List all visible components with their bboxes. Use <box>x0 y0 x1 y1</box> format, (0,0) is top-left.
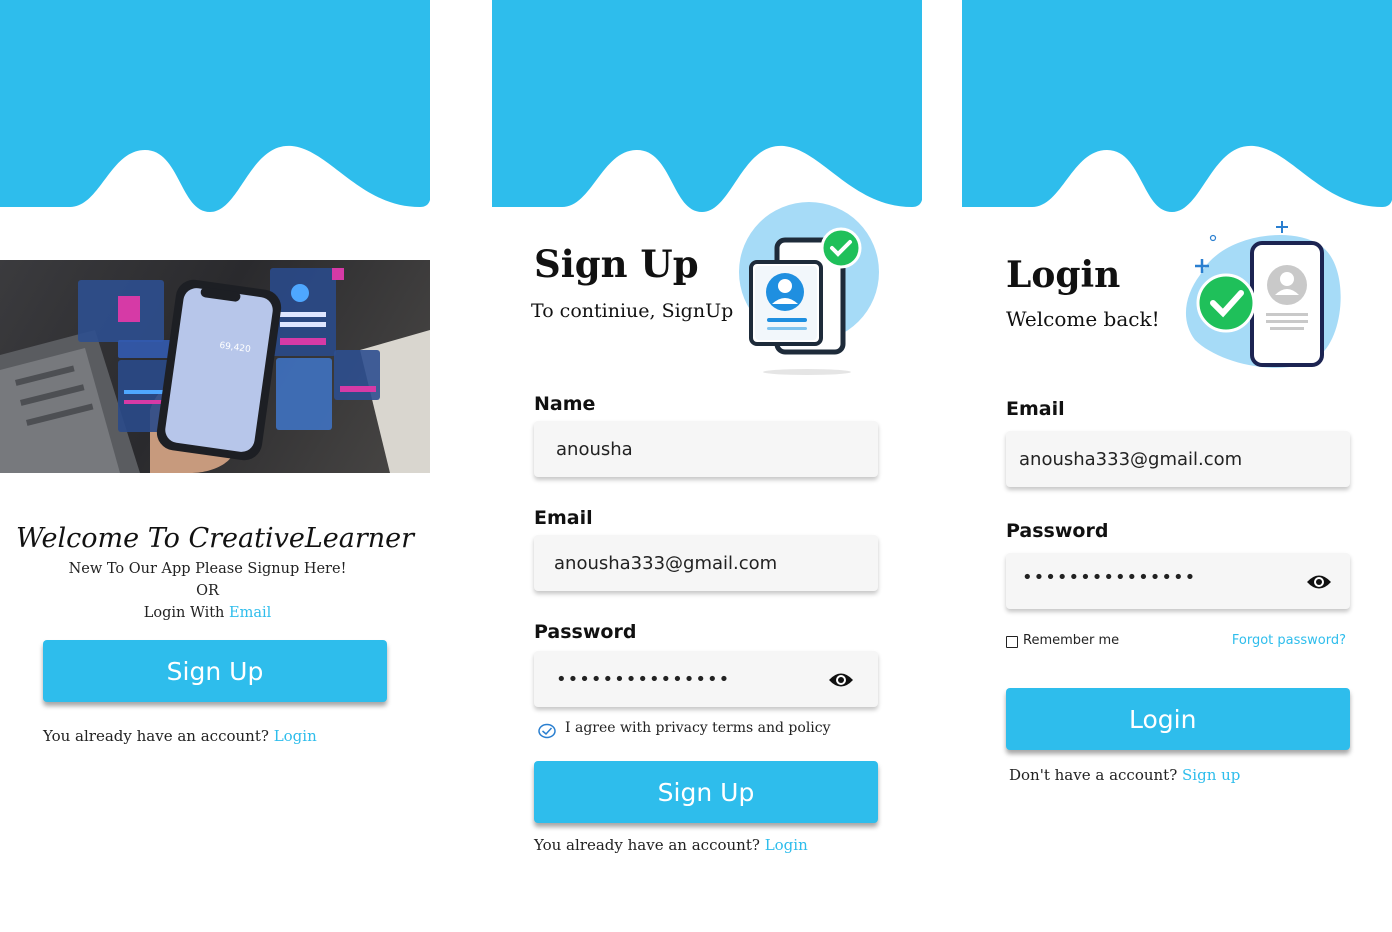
signup-button[interactable]: Sign Up <box>43 640 387 702</box>
signup-link[interactable]: Sign up <box>1182 766 1240 784</box>
page-title: Sign Up <box>534 242 699 286</box>
remember-label: Remember me <box>1023 633 1120 648</box>
profile-card-illustration <box>739 202 879 375</box>
login-with-text: Login With <box>143 605 225 621</box>
login-link[interactable]: Login <box>274 727 317 745</box>
hero-image: 69,420 <box>0 260 430 473</box>
email-input-value: anousha333@gmail.com <box>554 552 778 574</box>
forgot-password-link[interactable]: Forgot password? <box>1192 633 1346 648</box>
password-label: Password <box>534 621 637 643</box>
welcome-subtitle: New To Our App Please Signup Here! <box>68 561 347 577</box>
no-account-line: Don't have a account? Sign up <box>1009 766 1240 784</box>
page-title: Login <box>1006 254 1121 296</box>
eye-icon[interactable] <box>1306 573 1332 591</box>
agree-text: I agree with privacy terms and policy <box>565 720 831 736</box>
welcome-title: Welcome To CreativeLearner <box>16 523 414 554</box>
header-wave <box>0 0 430 212</box>
email-link[interactable]: Email <box>229 605 271 621</box>
eye-icon[interactable] <box>828 671 854 689</box>
page-subtitle: Welcome back! <box>1006 307 1160 331</box>
have-account-text: You already have an account? <box>43 727 269 745</box>
header-wave <box>492 0 922 212</box>
email-label: Email <box>534 507 593 529</box>
email-input-value: anousha333@gmail.com <box>1019 448 1243 470</box>
have-account-text: You already have an account? <box>534 836 760 854</box>
email-input[interactable]: anousha333@gmail.com <box>534 535 878 591</box>
password-input[interactable]: ••••••••••••••• <box>534 651 878 707</box>
email-label: Email <box>1006 398 1065 420</box>
welcome-screen: 69,420 Welcome To CreativeLearner New To… <box>0 0 430 932</box>
password-label: Password <box>1006 520 1109 542</box>
login-screen: Login Welcome back! Email anousha333@gma… <box>962 0 1392 932</box>
page-subtitle: To continiue, SignUp <box>531 300 734 322</box>
name-input-value: anousha <box>556 438 633 460</box>
password-input-value: ••••••••••••••• <box>1022 567 1197 588</box>
login-link[interactable]: Login <box>765 836 808 854</box>
password-input-value: ••••••••••••••• <box>556 668 731 690</box>
name-input[interactable]: anousha <box>534 421 878 477</box>
or-text: OR <box>196 583 219 599</box>
name-label: Name <box>534 393 596 415</box>
have-account-line: You already have an account? Login <box>43 727 317 745</box>
header-wave <box>962 0 1392 212</box>
login-button[interactable]: Login <box>1006 688 1350 750</box>
remember-checkbox[interactable] <box>1006 636 1018 648</box>
login-with-line: Login With Email <box>0 605 415 621</box>
password-input[interactable]: ••••••••••••••• <box>1006 553 1350 609</box>
have-account-line: You already have an account? Login <box>534 836 808 854</box>
email-input[interactable]: anousha333@gmail.com <box>1006 431 1350 487</box>
verified-phone-illustration <box>1185 221 1341 368</box>
no-account-text: Don't have a account? <box>1009 766 1178 784</box>
signup-button[interactable]: Sign Up <box>534 761 878 823</box>
signup-screen: Sign Up To continiue, SignUp Name anoush… <box>492 0 922 932</box>
agree-checkbox-icon[interactable] <box>537 723 557 739</box>
